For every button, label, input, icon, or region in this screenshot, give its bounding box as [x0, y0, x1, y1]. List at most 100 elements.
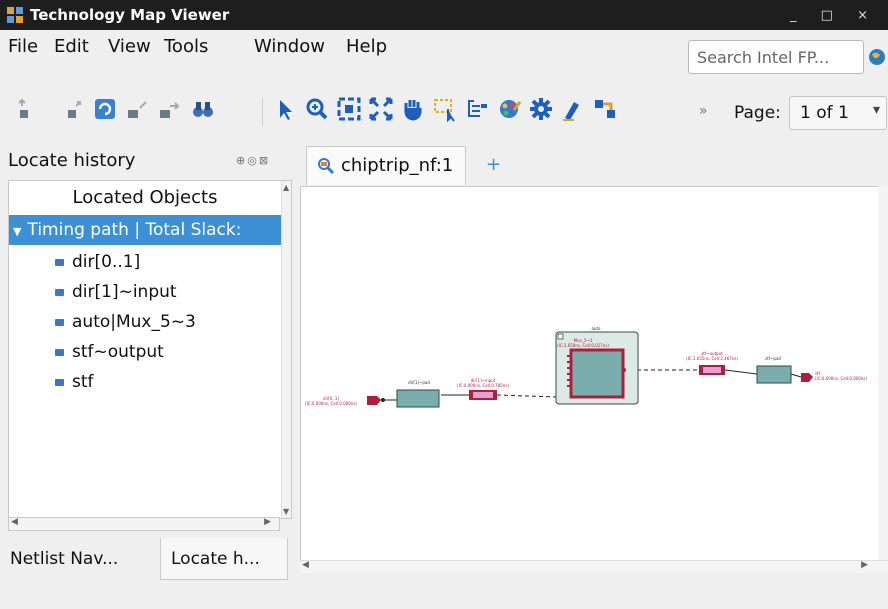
dir-input-buffer-core — [473, 392, 493, 398]
wire — [724, 369, 758, 375]
scroll-up-icon[interactable]: ▲ — [283, 183, 289, 192]
tab-chiptrip[interactable]: chiptrip_nf:1 — [306, 146, 466, 185]
select-arrow-icon[interactable] — [272, 96, 298, 122]
schematic-diagram[interactable]: dir[0..1] (IC:0.000ns, Cell:0.000ns) dir… — [301, 187, 879, 561]
wire-critical — [496, 394, 558, 398]
dir-input-timing: (IC:0.000ns, Cell:0.785ns) — [457, 383, 509, 388]
panel-window-controls[interactable]: ⊕◎⊠ — [236, 154, 270, 167]
refresh-icon[interactable] — [92, 96, 118, 122]
menu-view[interactable]: View — [108, 36, 151, 57]
window-title: Technology Map Viewer — [30, 6, 230, 24]
tree-item[interactable]: dir[0..1] — [55, 247, 140, 277]
located-objects-tree: Located Objects ▼ Timing path | Total Sla… — [8, 180, 292, 519]
page-select[interactable]: 1 of 1 ▾ — [789, 96, 887, 130]
panel-title: Locate history — [8, 150, 136, 171]
mux-output-pin — [622, 368, 626, 372]
dir-input-port[interactable] — [367, 396, 381, 405]
page-value: 1 of 1 — [800, 103, 849, 123]
move-right-icon[interactable] — [156, 96, 182, 122]
tree-node-timing-path[interactable]: ▼ Timing path | Total Slack: — [9, 215, 281, 245]
junction — [381, 398, 385, 402]
chevron-down-icon[interactable]: ▼ — [13, 217, 21, 247]
collapse-icon[interactable] — [557, 333, 564, 340]
stf-port-timing: (IC:0.000ns, Cell:0.000ns) — [815, 376, 867, 381]
tab-netlist-navigator[interactable]: Netlist Nav... — [0, 538, 158, 580]
app-icon — [7, 7, 23, 23]
scroll-left-icon[interactable]: ◀ — [302, 560, 309, 570]
gear-icon[interactable] — [528, 96, 554, 122]
search-input[interactable]: Search Intel FP... — [688, 40, 864, 74]
scroll-down-icon[interactable]: ▼ — [283, 507, 289, 516]
back-icon[interactable] — [14, 96, 40, 122]
mux-block[interactable] — [569, 348, 625, 399]
page-label: Page: — [734, 103, 781, 123]
auto-block-label: auto — [591, 326, 601, 331]
tree-item[interactable]: stf — [55, 367, 94, 397]
menu-edit[interactable]: Edit — [54, 36, 89, 57]
node-icon — [55, 348, 64, 356]
port-icon — [55, 258, 64, 266]
title-bar: Technology Map Viewer _ □ × — [0, 0, 888, 30]
tree-item[interactable]: stf~output — [55, 337, 164, 367]
tree-item-label: dir[0..1] — [72, 252, 141, 272]
node-icon — [55, 318, 64, 326]
menu-help[interactable]: Help — [346, 36, 387, 57]
stf-output-buffer-core — [703, 367, 721, 373]
canvas-horizontal-scrollbar[interactable]: ◀ ▶ — [300, 560, 888, 573]
canvas-vertical-scrollbar[interactable] — [878, 186, 888, 560]
selection-box-icon[interactable] — [432, 96, 458, 122]
locate-history-header: Locate history ⊕◎⊠ — [0, 144, 290, 178]
menu-window[interactable]: Window — [254, 36, 325, 57]
tree-item-label: dir[1]~input — [72, 282, 177, 302]
left-panel-tabs: Netlist Nav... Locate h... — [0, 538, 290, 582]
dir-port-timing: (IC:0.000ns, Cell:0.000ns) — [305, 401, 357, 406]
toolbar-separator — [262, 98, 263, 126]
tree-item[interactable]: auto|Mux_5~3 — [55, 307, 196, 337]
tab-label: chiptrip_nf:1 — [341, 155, 454, 176]
mux-timing: (IC:3.659ns, Cell:0.027ns) — [557, 343, 609, 348]
zoom-in-icon[interactable] — [304, 96, 330, 122]
tree-item-label: stf~output — [72, 342, 164, 362]
column-header[interactable]: Located Objects — [9, 181, 281, 215]
stf-pad-block[interactable] — [756, 365, 792, 384]
stf-output-timing: (IC:1.035ns, Cell:2.467ns) — [686, 356, 738, 361]
editor-tabs: chiptrip_nf:1 + — [300, 146, 888, 186]
new-tab-button[interactable]: + — [486, 154, 501, 175]
tab-locate-history[interactable]: Locate h... — [160, 538, 288, 580]
scroll-left-icon[interactable]: ◀ — [11, 517, 18, 527]
binoculars-icon[interactable] — [190, 96, 216, 122]
schematic-canvas[interactable]: dir[0..1] (IC:0.000ns, Cell:0.000ns) dir… — [300, 186, 880, 562]
scroll-right-icon[interactable]: ▶ — [861, 560, 868, 570]
stf-pad-label: stf~pad — [765, 356, 781, 361]
menu-tools[interactable]: Tools — [164, 36, 208, 57]
hand-pan-icon[interactable] — [400, 96, 426, 122]
tree-horizontal-scrollbar[interactable]: ◀ ▶ — [8, 517, 280, 531]
dir-pad-block[interactable] — [396, 389, 440, 408]
chevron-down-icon: ▾ — [872, 102, 880, 118]
wire — [790, 373, 802, 378]
tree-item[interactable]: dir[1]~input — [55, 277, 177, 307]
node-icon — [55, 288, 64, 296]
toolbar-overflow[interactable]: » — [699, 103, 708, 119]
pen-tool-icon[interactable] — [560, 96, 586, 122]
fit-window-icon[interactable] — [336, 96, 362, 122]
schematic-icon — [318, 158, 335, 175]
status-bar — [0, 582, 888, 609]
tree-item-label: stf — [72, 372, 94, 392]
color-settings-icon[interactable] — [496, 96, 522, 122]
globe-icon[interactable] — [868, 48, 886, 66]
tree-item-label: auto|Mux_5~3 — [72, 312, 196, 332]
move-up-icon[interactable] — [124, 96, 150, 122]
netlist-icon[interactable] — [592, 96, 618, 122]
full-screen-icon[interactable] — [368, 96, 394, 122]
forward-icon[interactable] — [60, 96, 86, 122]
menu-file[interactable]: File — [8, 36, 38, 57]
hierarchy-list-icon[interactable] — [464, 96, 490, 122]
window-controls[interactable]: _ □ × — [790, 8, 878, 23]
dir-pad-label: dir[1]~pad — [408, 380, 430, 385]
stf-output-port[interactable] — [801, 373, 813, 382]
port-icon — [55, 378, 64, 386]
tree-node-label: Timing path | Total Slack: — [27, 220, 242, 240]
scroll-right-icon[interactable]: ▶ — [264, 517, 271, 527]
tree-vertical-scrollbar[interactable]: ▲ ▼ — [281, 181, 291, 518]
